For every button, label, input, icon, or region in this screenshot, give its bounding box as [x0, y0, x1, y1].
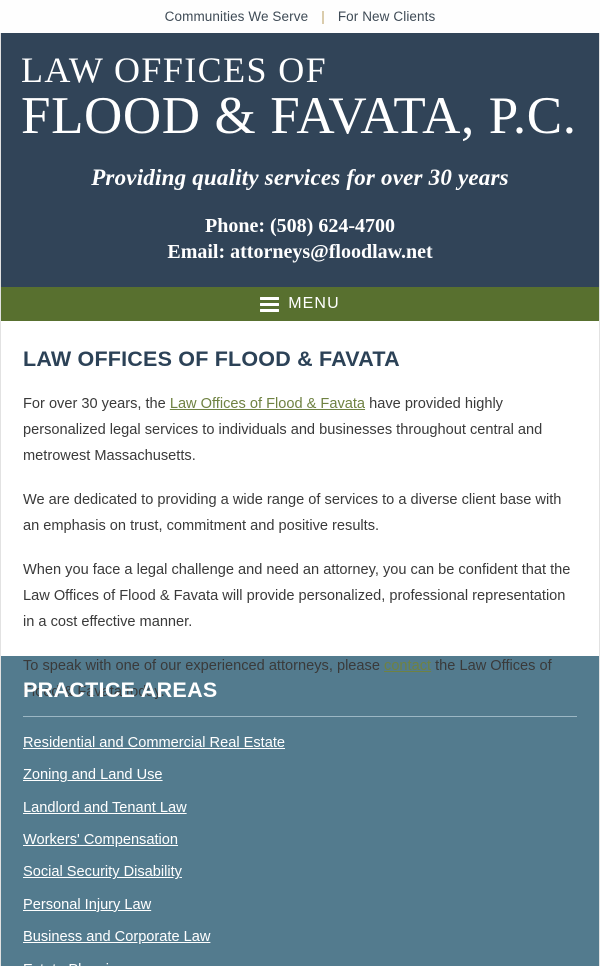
list-item: Workers' Compensation — [23, 830, 577, 852]
list-item: Estate Planning — [23, 960, 577, 966]
list-item: Zoning and Land Use — [23, 765, 577, 787]
topbar-link-communities-we-serve[interactable]: Communities We Serve — [165, 9, 309, 24]
practice-areas-section: PRACTICE AREAS Residential and Commercia… — [0, 656, 600, 966]
menu-label: MENU — [288, 295, 340, 313]
practice-area-link-business-and-corporate-law[interactable]: Business and Corporate Law — [23, 929, 210, 945]
brand-line-two: FLOOD & FAVATA, P.C. — [21, 86, 577, 145]
list-item: Social Security Disability — [23, 862, 577, 884]
intro-paragraph: For over 30 years, the Law Offices of Fl… — [23, 392, 577, 470]
practice-areas-list: Residential and Commercial Real Estate Z… — [23, 733, 577, 966]
contact-text-before-link: To speak with one of our experienced att… — [23, 657, 385, 674]
list-item: Business and Corporate Law — [23, 927, 577, 949]
brand-line-one: LAW OFFICES OF — [21, 50, 328, 90]
practice-area-link-estate-planning[interactable]: Estate Planning — [23, 962, 125, 966]
intro-text-before-link: For over 30 years, the — [23, 395, 170, 412]
firm-name-link[interactable]: Law Offices of Flood & Favata — [170, 396, 365, 412]
list-item: Landlord and Tenant Law — [23, 798, 577, 820]
topbar-link-for-new-clients[interactable]: For New Clients — [338, 9, 436, 24]
email-address-link[interactable]: attorneys@floodlaw.net — [230, 241, 432, 263]
dedication-paragraph: We are dedicated to providing a wide ran… — [23, 491, 562, 534]
site-masthead: LAW OFFICES OF FLOOD & FAVATA, P.C. Prov… — [0, 33, 600, 288]
site-tagline: Providing quality services for over 30 y… — [91, 165, 509, 191]
practice-area-link-social-security-disability[interactable]: Social Security Disability — [23, 864, 182, 880]
phone-number-link[interactable]: (508) 624-4700 — [270, 215, 395, 237]
representation-paragraph: When you face a legal challenge and need… — [23, 561, 571, 630]
practice-area-link-residential-and-commercial-real-estate[interactable]: Residential and Commercial Real Estate — [23, 735, 285, 751]
practice-area-link-zoning-and-land-use[interactable]: Zoning and Land Use — [23, 767, 163, 783]
page-root: Communities We Serve | For New Clients L… — [0, 0, 600, 966]
practice-area-link-workers-compensation[interactable]: Workers' Compensation — [23, 832, 178, 848]
list-item: Residential and Commercial Real Estate — [23, 733, 577, 755]
contact-link[interactable]: contact — [384, 658, 431, 674]
phone-line: Phone: (508) 624-4700 — [1, 213, 599, 239]
top-utility-bar: Communities We Serve | For New Clients — [0, 0, 600, 33]
header-contact-block: Phone: (508) 624-4700 Email: attorneys@f… — [1, 213, 599, 265]
topbar-separator: | — [321, 9, 325, 24]
mobile-menu-bar[interactable]: MENU — [0, 287, 600, 322]
main-content: LAW OFFICES OF FLOOD & FAVATA For over 3… — [0, 321, 600, 700]
practice-area-link-landlord-and-tenant-law[interactable]: Landlord and Tenant Law — [23, 800, 187, 816]
email-line: Email: attorneys@floodlaw.net — [1, 239, 599, 265]
practice-areas-heading: PRACTICE AREAS — [23, 678, 218, 703]
practice-area-link-personal-injury-law[interactable]: Personal Injury Law — [23, 897, 151, 913]
hamburger-icon — [260, 294, 280, 315]
practice-areas-divider — [23, 715, 577, 717]
phone-label: Phone: — [205, 215, 265, 238]
page-title: LAW OFFICES OF FLOOD & FAVATA — [23, 347, 400, 372]
email-label: Email: — [167, 241, 226, 264]
list-item: Personal Injury Law — [23, 895, 577, 917]
